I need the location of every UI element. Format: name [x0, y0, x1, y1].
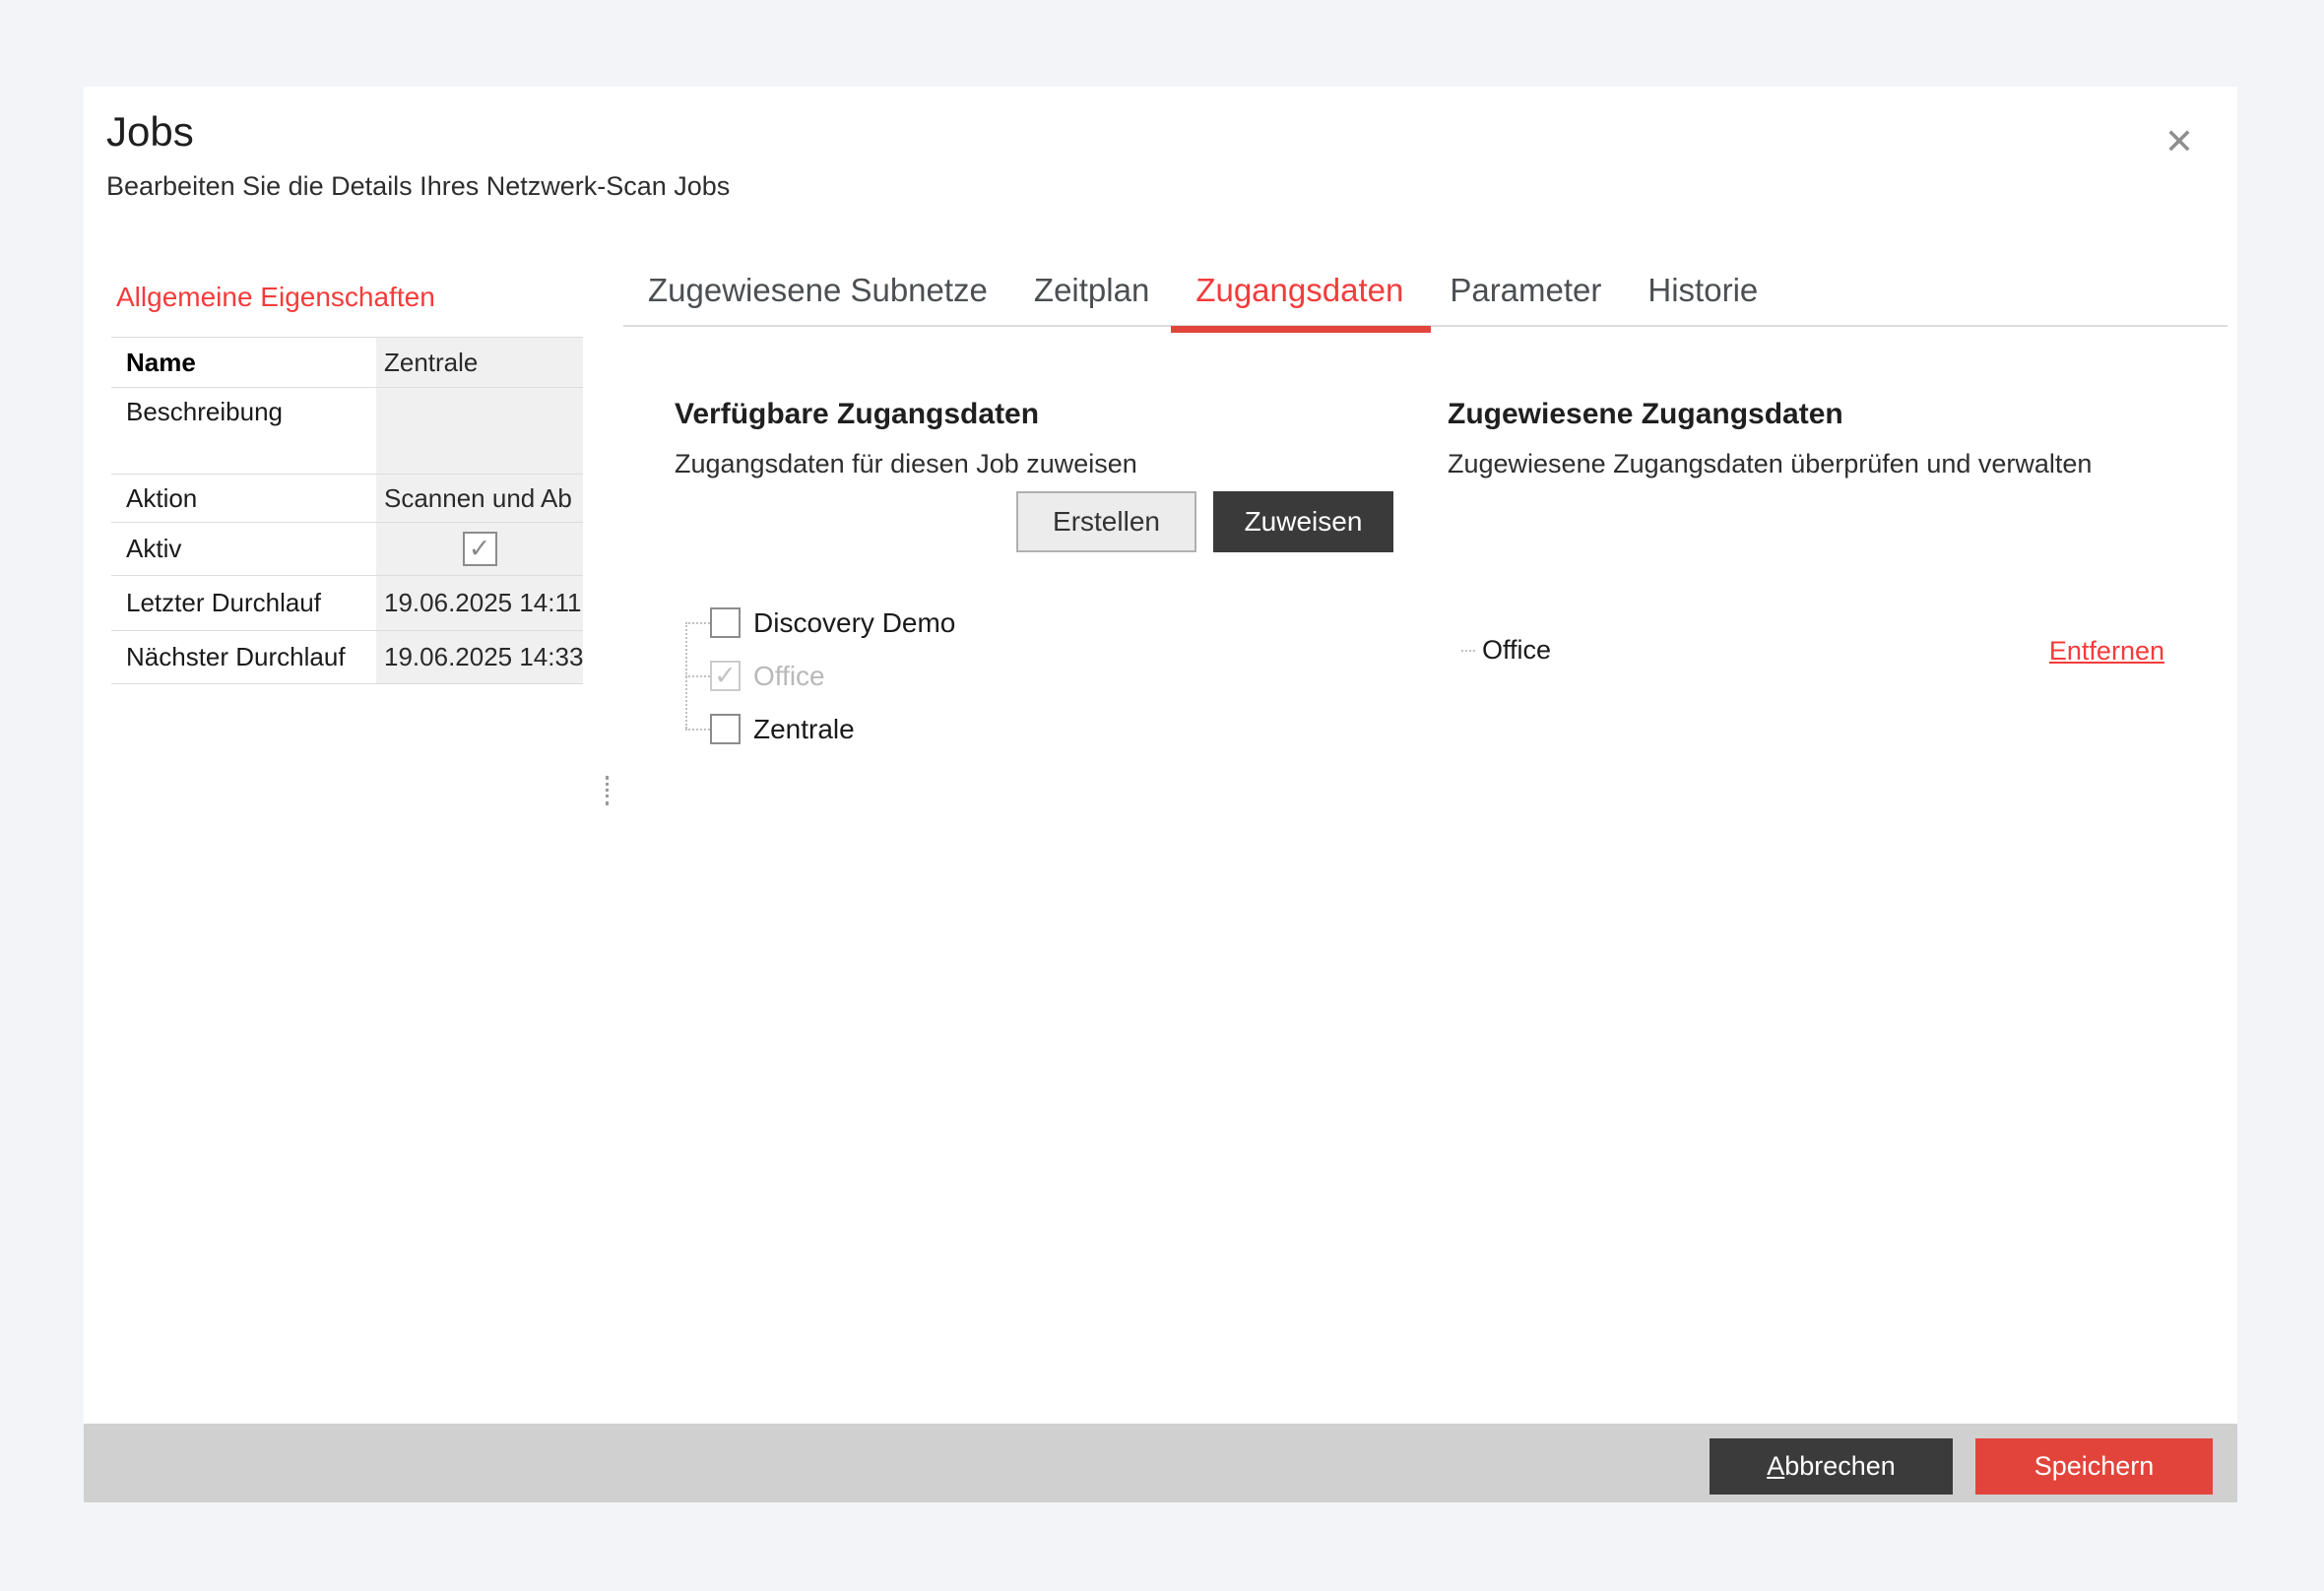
assigned-item-label: Office: [1482, 635, 1551, 666]
checkbox-checked-disabled: ✓: [710, 661, 741, 691]
row-label: Aktion: [111, 475, 376, 522]
credentials-tree: Discovery Demo ✓ Office Zentrale: [685, 606, 955, 766]
close-icon[interactable]: ✕: [2152, 114, 2207, 169]
tree-branch-line: [1461, 650, 1475, 652]
general-properties-heading: Allgemeine Eigenschaften: [116, 282, 435, 313]
row-value[interactable]: Scannen und Ab: [376, 475, 583, 522]
tab-historie[interactable]: Historie: [1647, 272, 1758, 325]
table-row-name[interactable]: Name Zentrale: [111, 338, 583, 388]
table-row-action[interactable]: Aktion Scannen und Ab: [111, 475, 583, 523]
assigned-credentials-subtitle: Zugewiesene Zugangsdaten überprüfen und …: [1448, 449, 2092, 479]
general-properties-table: Name Zentrale Beschreibung Aktion Scanne…: [111, 337, 583, 684]
checkbox-unchecked[interactable]: [710, 607, 741, 638]
save-button[interactable]: Speichern: [1975, 1438, 2213, 1495]
cancel-button[interactable]: Abbrechen: [1710, 1438, 1953, 1495]
row-value[interactable]: 19.06.2025 14:11: [376, 576, 583, 630]
checkbox-unchecked[interactable]: [710, 714, 741, 744]
assigned-credentials-heading: Zugewiesene Zugangsdaten: [1448, 398, 1843, 431]
tree-branch-line: [685, 729, 710, 731]
table-row-active[interactable]: Aktiv ✓: [111, 523, 583, 576]
footer-bar: Abbrechen Speichern: [84, 1424, 2237, 1502]
cancel-mnemonic: A: [1767, 1451, 1784, 1482]
tab-zeitplan[interactable]: Zeitplan: [1034, 272, 1149, 325]
tab-zugewiesene-subnetze[interactable]: Zugewiesene Subnetze: [648, 272, 988, 325]
cancel-rest: bbrechen: [1784, 1451, 1896, 1482]
row-label: Letzter Durchlauf: [111, 576, 376, 630]
row-label: Aktiv: [111, 523, 376, 575]
tree-branch-line: [685, 675, 710, 677]
row-label: Nächster Durchlauf: [111, 631, 376, 683]
row-value: ✓: [376, 523, 583, 575]
row-value[interactable]: [376, 388, 583, 474]
assign-button[interactable]: Zuweisen: [1213, 491, 1393, 552]
page-subtitle: Bearbeiten Sie die Details Ihres Netzwer…: [106, 171, 730, 202]
table-row-next-run[interactable]: Nächster Durchlauf 19.06.2025 14:33: [111, 631, 583, 684]
row-value[interactable]: Zentrale: [376, 338, 583, 387]
jobs-dialog: Jobs Bearbeiten Sie die Details Ihres Ne…: [84, 87, 2237, 1502]
tree-item-label: Zentrale: [753, 714, 855, 745]
table-row-last-run[interactable]: Letzter Durchlauf 19.06.2025 14:11: [111, 576, 583, 631]
tree-branch-line: [685, 622, 710, 624]
assigned-item-office[interactable]: Office: [1461, 634, 1551, 667]
row-label: Beschreibung: [111, 388, 376, 474]
tree-connector-line: [685, 622, 687, 729]
tree-item-discovery-demo[interactable]: Discovery Demo: [685, 606, 955, 639]
tab-bar: Zugewiesene Subnetze Zeitplan Zugangsdat…: [623, 272, 2227, 327]
tab-parameter[interactable]: Parameter: [1450, 272, 1601, 325]
table-row-description[interactable]: Beschreibung: [111, 388, 583, 475]
remove-link[interactable]: Entfernen: [2049, 636, 2164, 667]
page-title: Jobs: [106, 108, 194, 156]
row-value[interactable]: 19.06.2025 14:33: [376, 631, 583, 683]
active-checkbox[interactable]: ✓: [463, 532, 497, 566]
panel-splitter-grip[interactable]: [606, 776, 609, 805]
create-button[interactable]: Erstellen: [1016, 491, 1196, 552]
available-credentials-subtitle: Zugangsdaten für diesen Job zuweisen: [675, 449, 1137, 479]
tree-item-office[interactable]: ✓ Office: [685, 660, 955, 692]
available-credentials-heading: Verfügbare Zugangsdaten: [675, 398, 1039, 431]
tree-item-zentrale[interactable]: Zentrale: [685, 713, 955, 745]
tree-item-label: Office: [753, 661, 825, 692]
tab-zugangsdaten[interactable]: Zugangsdaten: [1195, 272, 1403, 325]
tree-item-label: Discovery Demo: [753, 607, 955, 639]
row-label: Name: [111, 338, 376, 387]
